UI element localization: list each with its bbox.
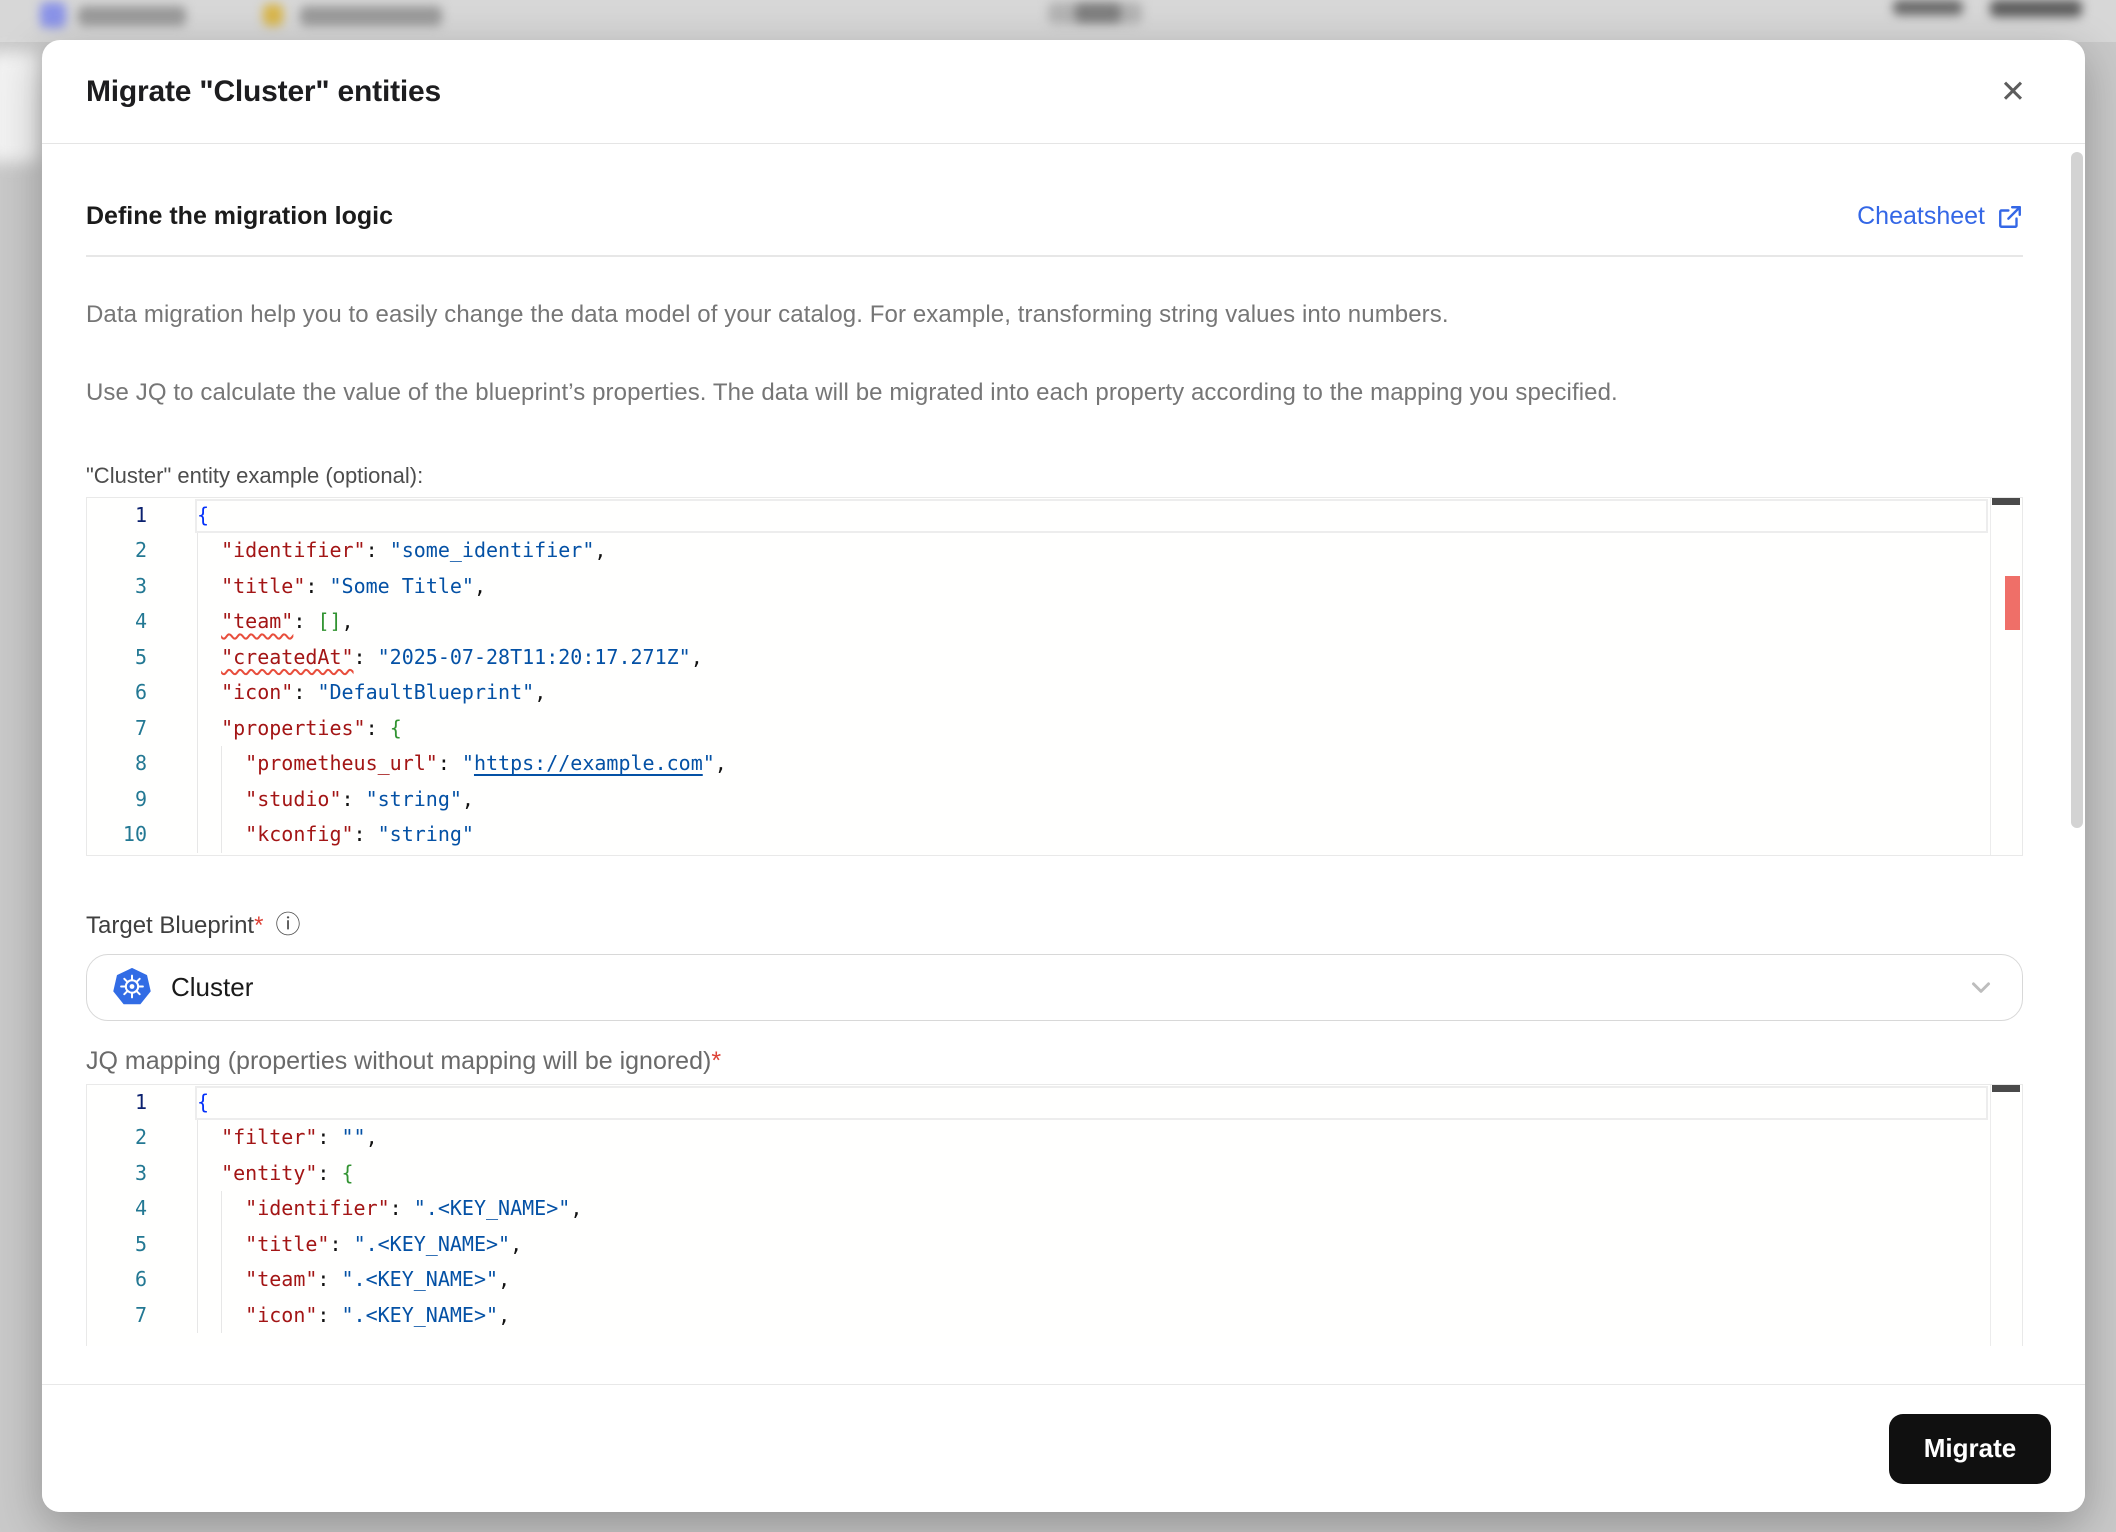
line-number: 10	[122, 822, 147, 846]
code-line: 7 "properties": {	[87, 711, 2022, 747]
code-line-content: "identifier": "some_identifier",	[221, 538, 607, 562]
code-line: 2 "filter": "",	[87, 1120, 2022, 1156]
code-line: 6 "icon": "DefaultBlueprint",	[87, 675, 2022, 711]
code-line-content: {	[197, 1089, 210, 1114]
overview-cursor-mark	[1992, 497, 2020, 505]
line-number: 6	[134, 1267, 147, 1291]
code-line: 1{	[87, 498, 2022, 534]
close-button[interactable]: ✕	[1991, 70, 2035, 114]
close-icon: ✕	[2000, 73, 2026, 109]
entity-example-code-editor[interactable]: 1{2 "identifier": "some_identifier", 3 "t…	[86, 496, 2023, 856]
chevron-down-icon	[1972, 982, 1990, 993]
code-line: 4 "identifier": ".<KEY_NAME>",	[87, 1191, 2022, 1227]
line-number: 2	[134, 538, 147, 562]
code-line-content: "icon": "DefaultBlueprint",	[221, 680, 547, 704]
line-number: 3	[134, 573, 147, 598]
code-line-content: "identifier": ".<KEY_NAME>",	[245, 1196, 583, 1220]
line-number: 4	[134, 1196, 147, 1220]
section-heading: Define the migration logic	[86, 202, 393, 230]
kubernetes-icon	[113, 968, 151, 1005]
overview-ruler-separator	[1990, 1084, 1991, 1346]
code-line-content: "filter": "",	[221, 1125, 378, 1149]
line-number: 5	[134, 1231, 147, 1256]
code-line-content: {	[197, 502, 210, 527]
jq-mapping-label: JQ mapping (properties without mapping w…	[86, 1047, 2023, 1076]
background-toolbar-item	[1990, 0, 2082, 17]
code-line: 10 "kconfig": "string"	[87, 817, 2022, 853]
code-line-content: "studio": "string",	[245, 786, 474, 811]
target-blueprint-select[interactable]: Cluster	[86, 953, 2023, 1021]
overview-cursor-mark	[1992, 1084, 2020, 1092]
code-line: 3 "entity": {	[87, 1156, 2022, 1192]
dialog-content: Define the migration logic Cheatsheet Da…	[42, 144, 2085, 1384]
line-number: 8	[134, 751, 147, 775]
background-tab-label	[78, 6, 186, 26]
code-line: 4 "team": [],	[87, 604, 2022, 640]
external-link-icon	[1999, 205, 2021, 228]
code-line-content: "title": ".<KEY_NAME>",	[245, 1231, 523, 1256]
dialog-scrollbar-thumb[interactable]	[2071, 152, 2083, 828]
code-line-content: "properties": {	[221, 715, 402, 740]
dialog-title: Migrate "Cluster" entities	[86, 74, 441, 108]
overview-ruler-separator	[1990, 497, 1991, 855]
cheatsheet-link-label: Cheatsheet	[1857, 202, 1985, 230]
code-line: 6 "team": ".<KEY_NAME>",	[87, 1262, 2022, 1298]
cheatsheet-link[interactable]: Cheatsheet	[1857, 202, 2023, 231]
code-line: 3 "title": "Some Title",	[87, 569, 2022, 605]
code-line-content: "createdAt": "2025-07-28T11:20:17.271Z",	[221, 644, 703, 669]
code-line: 8 "prometheus_url": "https://example.com…	[87, 746, 2022, 782]
code-line-content: "team": [],	[221, 609, 354, 633]
description-line-1: Data migration help you to easily change…	[86, 300, 1449, 328]
overview-error-mark	[2005, 575, 2020, 630]
page-background: Migrate "Cluster" entities ✕ Define the …	[0, 0, 2116, 1532]
background-star-icon	[263, 4, 283, 26]
section-divider	[86, 255, 2023, 257]
migrate-button[interactable]: Migrate	[1889, 1413, 2051, 1484]
required-asterisk: *	[711, 1046, 722, 1075]
background-page-fragment	[0, 52, 40, 162]
dialog-header: Migrate "Cluster" entities ✕	[42, 40, 2085, 144]
jq-mapping-code-editor[interactable]: 1{2 "filter": "", 3 "entity": {4 "identif…	[86, 1083, 2023, 1346]
code-line: 5 "title": ".<KEY_NAME>",	[87, 1227, 2022, 1263]
description-line-2: Use JQ to calculate the value of the blu…	[86, 378, 1618, 406]
background-app-icon	[40, 2, 66, 28]
background-tab-label	[300, 6, 442, 26]
target-blueprint-value: Cluster	[171, 971, 254, 1002]
jq-mapping-label-text: JQ mapping (properties without mapping w…	[86, 1046, 712, 1075]
line-number: 1	[134, 502, 147, 527]
code-line-content: "entity": {	[221, 1160, 354, 1185]
code-line: 1{	[87, 1085, 2022, 1121]
background-topbar	[0, 0, 2116, 42]
line-number: 2	[134, 1125, 147, 1149]
code-line: 5 "createdAt": "2025-07-28T11:20:17.271Z…	[87, 640, 2022, 676]
migrate-entities-dialog: Migrate "Cluster" entities ✕ Define the …	[42, 40, 2085, 1512]
line-number: 7	[134, 1302, 147, 1327]
code-line-content: "title": "Some Title",	[221, 573, 487, 598]
code-line-content: "icon": ".<KEY_NAME>",	[245, 1302, 511, 1327]
dialog-footer: Migrate	[42, 1384, 2085, 1512]
line-number: 3	[134, 1160, 147, 1185]
code-line-content: "kconfig": "string"	[245, 822, 474, 846]
code-line-content: "prometheus_url": "https://example.com",	[245, 751, 727, 775]
target-blueprint-label-text: Target Blueprint	[86, 911, 255, 939]
code-line-content: "team": ".<KEY_NAME>",	[245, 1267, 511, 1291]
line-number: 9	[134, 786, 147, 811]
background-toolbar-item	[1893, 0, 1963, 15]
line-number: 7	[134, 715, 147, 740]
line-number: 5	[134, 644, 147, 669]
code-line: 2 "identifier": "some_identifier",	[87, 533, 2022, 569]
target-blueprint-label: Target Blueprint* ⓘ	[86, 912, 2023, 940]
line-number: 6	[134, 680, 147, 704]
info-icon[interactable]: ⓘ	[275, 913, 300, 938]
entity-example-label: "Cluster" entity example (optional):	[86, 462, 424, 488]
required-asterisk: *	[254, 911, 264, 939]
background-search-text	[1075, 4, 1121, 22]
code-line: 7 "icon": ".<KEY_NAME>",	[87, 1298, 2022, 1334]
line-number: 4	[134, 609, 147, 633]
line-number: 1	[134, 1089, 147, 1114]
code-line: 9 "studio": "string",	[87, 782, 2022, 818]
